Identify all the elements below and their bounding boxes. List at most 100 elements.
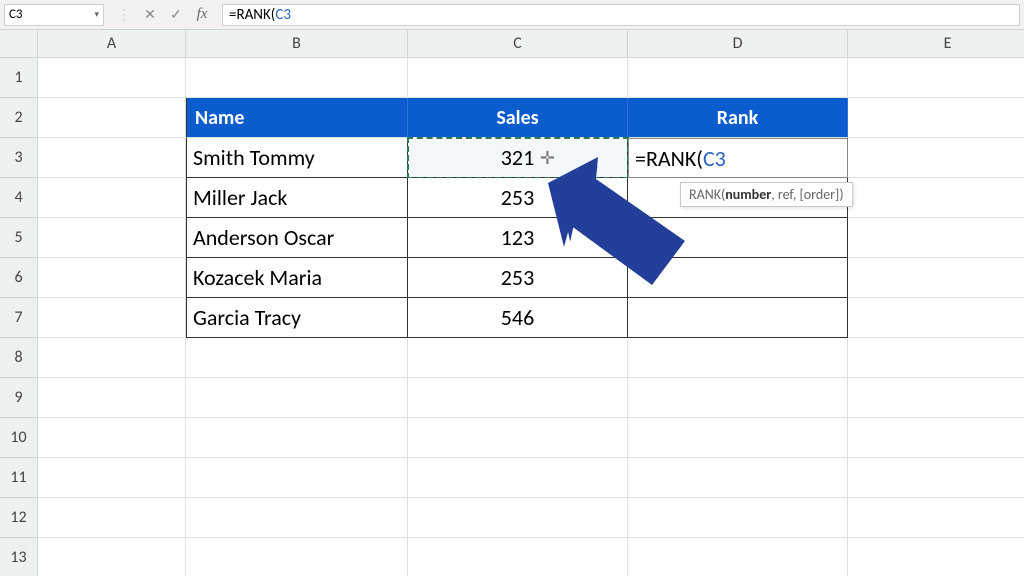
cell[interactable] <box>38 418 186 458</box>
cell[interactable] <box>38 178 186 218</box>
select-all-corner[interactable] <box>0 30 38 58</box>
cancel-icon[interactable]: ✕ <box>142 6 158 23</box>
cell[interactable] <box>38 338 186 378</box>
cell[interactable] <box>848 338 1024 378</box>
cell[interactable] <box>628 338 848 378</box>
row-header[interactable]: 13 <box>0 538 38 576</box>
row-header[interactable]: 10 <box>0 418 38 458</box>
cell[interactable] <box>628 538 848 576</box>
data-sales[interactable]: 546 <box>408 298 628 338</box>
dropdown-icon[interactable]: ▾ <box>94 9 99 20</box>
cell[interactable] <box>38 58 186 98</box>
cell[interactable] <box>628 458 848 498</box>
data-name[interactable]: Smith Tommy <box>186 138 408 178</box>
data-name[interactable]: Anderson Oscar <box>186 218 408 258</box>
tooltip-rest: , ref, [order]) <box>771 186 843 203</box>
cell[interactable] <box>848 218 1024 258</box>
cell[interactable] <box>628 498 848 538</box>
cell[interactable] <box>628 58 848 98</box>
cell[interactable] <box>848 538 1024 576</box>
cell[interactable] <box>186 538 408 576</box>
cell[interactable] <box>848 58 1024 98</box>
cell[interactable] <box>408 58 628 98</box>
row-header[interactable]: 4 <box>0 178 38 218</box>
cell[interactable] <box>848 418 1024 458</box>
enter-icon[interactable]: ✓ <box>168 6 184 23</box>
cell[interactable] <box>848 258 1024 298</box>
col-header-e[interactable]: E <box>848 30 1024 58</box>
cell-c3-selected[interactable]: 321 ✛ <box>408 138 628 178</box>
formula-prefix: =RANK( <box>229 6 275 24</box>
cell[interactable] <box>38 98 186 138</box>
row-header[interactable]: 6 <box>0 258 38 298</box>
cell[interactable] <box>408 338 628 378</box>
tooltip-highlight: number <box>725 186 771 203</box>
data-name[interactable]: Garcia Tracy <box>186 298 408 338</box>
cell[interactable] <box>38 258 186 298</box>
cell[interactable] <box>38 538 186 576</box>
header-sales[interactable]: Sales <box>408 98 628 138</box>
row-header[interactable]: 7 <box>0 298 38 338</box>
cell[interactable] <box>628 218 848 258</box>
cell[interactable] <box>848 458 1024 498</box>
formula-input[interactable]: =RANK(C3 <box>222 4 1020 26</box>
data-name[interactable]: Kozacek Maria <box>186 258 408 298</box>
cell[interactable] <box>848 98 1024 138</box>
cell[interactable] <box>628 258 848 298</box>
cell[interactable] <box>408 498 628 538</box>
editing-prefix: =RANK( <box>635 145 703 172</box>
row-header[interactable]: 1 <box>0 58 38 98</box>
fx-icon[interactable]: fx <box>194 6 210 23</box>
cell[interactable] <box>848 378 1024 418</box>
name-box-value: C3 <box>9 7 23 22</box>
formula-bar-icons: ⋮ ✕ ✓ fx <box>116 6 210 23</box>
cell[interactable] <box>186 58 408 98</box>
data-sales[interactable]: 123 <box>408 218 628 258</box>
row-headers: 1 2 3 4 5 6 7 8 9 10 11 12 13 <box>0 58 38 576</box>
row-header[interactable]: 5 <box>0 218 38 258</box>
row-header[interactable]: 12 <box>0 498 38 538</box>
row-header[interactable]: 11 <box>0 458 38 498</box>
cell[interactable] <box>186 498 408 538</box>
cell-d3-editing[interactable]: =RANK(C3 <box>628 138 848 178</box>
tooltip-fn: RANK( <box>689 186 725 203</box>
cell[interactable] <box>408 538 628 576</box>
cell[interactable] <box>848 298 1024 338</box>
editing-ref: C3 <box>703 145 726 172</box>
cell[interactable] <box>38 378 186 418</box>
cell[interactable] <box>38 498 186 538</box>
cell[interactable] <box>38 458 186 498</box>
row-header[interactable]: 8 <box>0 338 38 378</box>
cell[interactable] <box>408 458 628 498</box>
cell[interactable] <box>38 218 186 258</box>
data-sales[interactable]: 253 <box>408 258 628 298</box>
col-header-c[interactable]: C <box>408 30 628 58</box>
data-name[interactable]: Miller Jack <box>186 178 408 218</box>
header-rank[interactable]: Rank <box>628 98 848 138</box>
row-header[interactable]: 9 <box>0 378 38 418</box>
cell[interactable] <box>848 138 1024 178</box>
formula-ref: C3 <box>275 6 291 24</box>
row-header[interactable]: 2 <box>0 98 38 138</box>
cell[interactable] <box>186 418 408 458</box>
cell[interactable] <box>628 298 848 338</box>
col-header-b[interactable]: B <box>186 30 408 58</box>
cell[interactable] <box>186 378 408 418</box>
cell[interactable] <box>408 418 628 458</box>
separator-icon: ⋮ <box>116 6 132 23</box>
cell[interactable] <box>848 178 1024 218</box>
cell[interactable] <box>38 298 186 338</box>
col-header-d[interactable]: D <box>628 30 848 58</box>
row-header[interactable]: 3 <box>0 138 38 178</box>
data-sales[interactable]: 253 <box>408 178 628 218</box>
cell[interactable] <box>38 138 186 178</box>
cell[interactable] <box>186 458 408 498</box>
name-box[interactable]: C3 ▾ <box>4 4 104 26</box>
header-name[interactable]: Name <box>186 98 408 138</box>
cell[interactable] <box>628 418 848 458</box>
cell[interactable] <box>628 378 848 418</box>
cell[interactable] <box>408 378 628 418</box>
cell[interactable] <box>848 498 1024 538</box>
col-header-a[interactable]: A <box>38 30 186 58</box>
cell[interactable] <box>186 338 408 378</box>
